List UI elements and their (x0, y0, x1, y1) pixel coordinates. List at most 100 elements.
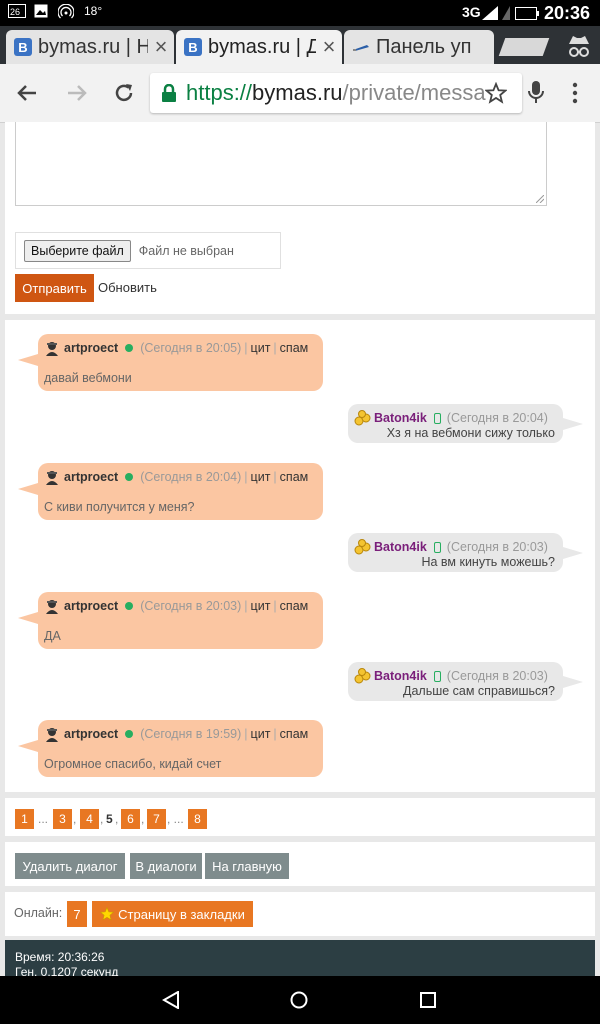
image-icon (34, 4, 48, 21)
current-page: 5 (106, 812, 113, 826)
page-link[interactable]: 6 (121, 809, 140, 829)
bymas-favicon-icon: B (14, 38, 32, 56)
lock-icon (162, 84, 176, 102)
page-link[interactable]: 1 (15, 809, 34, 829)
resize-handle-icon[interactable] (536, 195, 544, 203)
message-bubble: artproect (Сегодня в 20:04) | цит | спам С к… (18, 463, 323, 520)
online-label: Онлайн: (14, 906, 63, 920)
gallery-icon: 26 (8, 4, 26, 21)
forward-arrow-icon[interactable] (66, 82, 88, 109)
back-icon[interactable] (161, 990, 180, 1014)
footer: Время: 20:36:26 Ген. 0.1207 секунд (5, 940, 595, 979)
online-panel: Онлайн: 7 Страницу в закладки (5, 892, 595, 936)
page-ellipsis: ... (38, 812, 49, 826)
delete-dialog-button[interactable]: Удалить диалог (15, 853, 125, 879)
file-input[interactable]: Выберите файл Файл не выбран (15, 232, 281, 269)
toolbar: https://bymas.ru/private/messa (0, 64, 600, 123)
server-time: Время: 20:36:26 (15, 950, 105, 964)
page-link[interactable]: 3 (53, 809, 72, 829)
message-bubble: artproect (Сегодня в 19:59) | цит | спам Огр… (18, 720, 323, 777)
online-dot-icon (125, 602, 134, 610)
spam-link[interactable]: спам (280, 341, 309, 355)
star-icon (100, 907, 115, 921)
menu-dots-icon[interactable] (572, 82, 578, 109)
file-name-label: Файл не выбран (138, 243, 234, 258)
spy-avatar-icon (46, 471, 58, 485)
microphone-icon[interactable] (527, 80, 545, 111)
quote-link[interactable]: цит (251, 341, 271, 355)
page-separator: , (115, 812, 119, 826)
spam-link[interactable]: спам (280, 470, 309, 484)
dialogs-button[interactable]: В диалоги (130, 853, 202, 879)
status-bar: 26 18° 3G 20:36 (0, 0, 600, 26)
tab-3[interactable]: Панель уп (344, 30, 494, 64)
tab-1[interactable]: B bymas.ru | Н × (6, 30, 174, 64)
new-tab-button[interactable] (498, 38, 550, 56)
username-link[interactable]: artproect (64, 470, 118, 484)
bookmark-button[interactable]: Страницу в закладки (92, 901, 253, 927)
message-text: Огромное спасибо, кидай счет (44, 757, 222, 771)
username-link[interactable]: artproect (64, 727, 118, 741)
page-link[interactable]: 7 (147, 809, 166, 829)
chat-panel: artproect (Сегодня в 20:05) | цит | спам дав… (5, 320, 595, 792)
page-link[interactable]: 8 (188, 809, 207, 829)
username-link[interactable]: Baton4ik (374, 411, 427, 425)
username-link[interactable]: artproect (64, 599, 118, 613)
close-tab-icon[interactable]: × (316, 34, 342, 60)
reload-icon[interactable] (113, 82, 135, 109)
incognito-icon[interactable] (566, 34, 592, 63)
refresh-link[interactable]: Обновить (98, 280, 157, 295)
username-link[interactable]: Baton4ik (374, 540, 427, 554)
message-time: (Сегодня в 20:05) (140, 341, 242, 355)
hotspot-icon (57, 3, 75, 23)
navigation-bar (0, 976, 600, 1024)
quote-link[interactable]: цит (251, 599, 271, 613)
spam-link[interactable]: спам (280, 727, 309, 741)
url-text: https://bymas.ru/private/messa (186, 80, 486, 105)
pagination: 1 ... 3 , 4 , 5 , 6 , 7 , ... 8 (5, 798, 595, 836)
message-textarea[interactable] (15, 122, 547, 206)
page-link[interactable]: 4 (80, 809, 99, 829)
mobile-icon (433, 670, 441, 682)
spam-link[interactable]: спам (280, 599, 309, 613)
recents-icon[interactable] (420, 992, 436, 1013)
network-type: 3G (462, 4, 481, 20)
tab-title: Панель уп (376, 35, 472, 58)
message-text: Хз я на вебмони сижу только (386, 426, 555, 440)
close-tab-icon[interactable]: × (148, 34, 174, 60)
quote-link[interactable]: цит (251, 727, 271, 741)
message-form: Выберите файл Файл не выбран Отправить О… (5, 122, 595, 314)
home-icon[interactable] (290, 991, 308, 1014)
pen-icon (352, 38, 370, 56)
send-button[interactable]: Отправить (15, 274, 94, 302)
home-button[interactable]: На главную (205, 853, 289, 879)
mobile-icon (433, 541, 441, 553)
tab-2[interactable]: B bymas.ru | Д × (176, 30, 342, 64)
back-arrow-icon[interactable] (16, 82, 38, 109)
coins-icon (354, 539, 371, 555)
svg-text:26: 26 (10, 7, 20, 17)
url-field[interactable]: https://bymas.ru/private/messa (150, 73, 522, 113)
quote-link[interactable]: цит (251, 470, 271, 484)
message-bubble: artproect (Сегодня в 20:03) | цит | спам ДА (18, 592, 323, 649)
battery-icon (515, 7, 539, 23)
page-separator: , (73, 812, 77, 826)
online-dot-icon (125, 730, 134, 738)
message-bubble: Baton4ik (Сегодня в 20:04) Хз я на вебмо… (348, 404, 583, 443)
message-time: (Сегодня в 20:03) (446, 669, 548, 683)
message-time: (Сегодня в 20:03) (140, 599, 242, 613)
page-separator: , (141, 812, 145, 826)
message-bubble: artproect (Сегодня в 20:05) | цит | спам дав… (18, 334, 323, 391)
dialog-actions: Удалить диалог В диалоги На главную (5, 842, 595, 886)
choose-file-button[interactable]: Выберите файл (24, 239, 131, 262)
message-bubble: Baton4ik (Сегодня в 20:03) На вм кинуть … (348, 533, 583, 572)
coins-icon (354, 668, 371, 684)
username-link[interactable]: artproect (64, 341, 118, 355)
spy-avatar-icon (46, 342, 58, 356)
message-text: ДА (44, 629, 61, 643)
page-content: Выберите файл Файл не выбран Отправить О… (5, 122, 595, 979)
star-icon[interactable] (484, 81, 508, 109)
online-count[interactable]: 7 (67, 901, 87, 927)
username-link[interactable]: Baton4ik (374, 669, 427, 683)
online-dot-icon (125, 473, 134, 481)
